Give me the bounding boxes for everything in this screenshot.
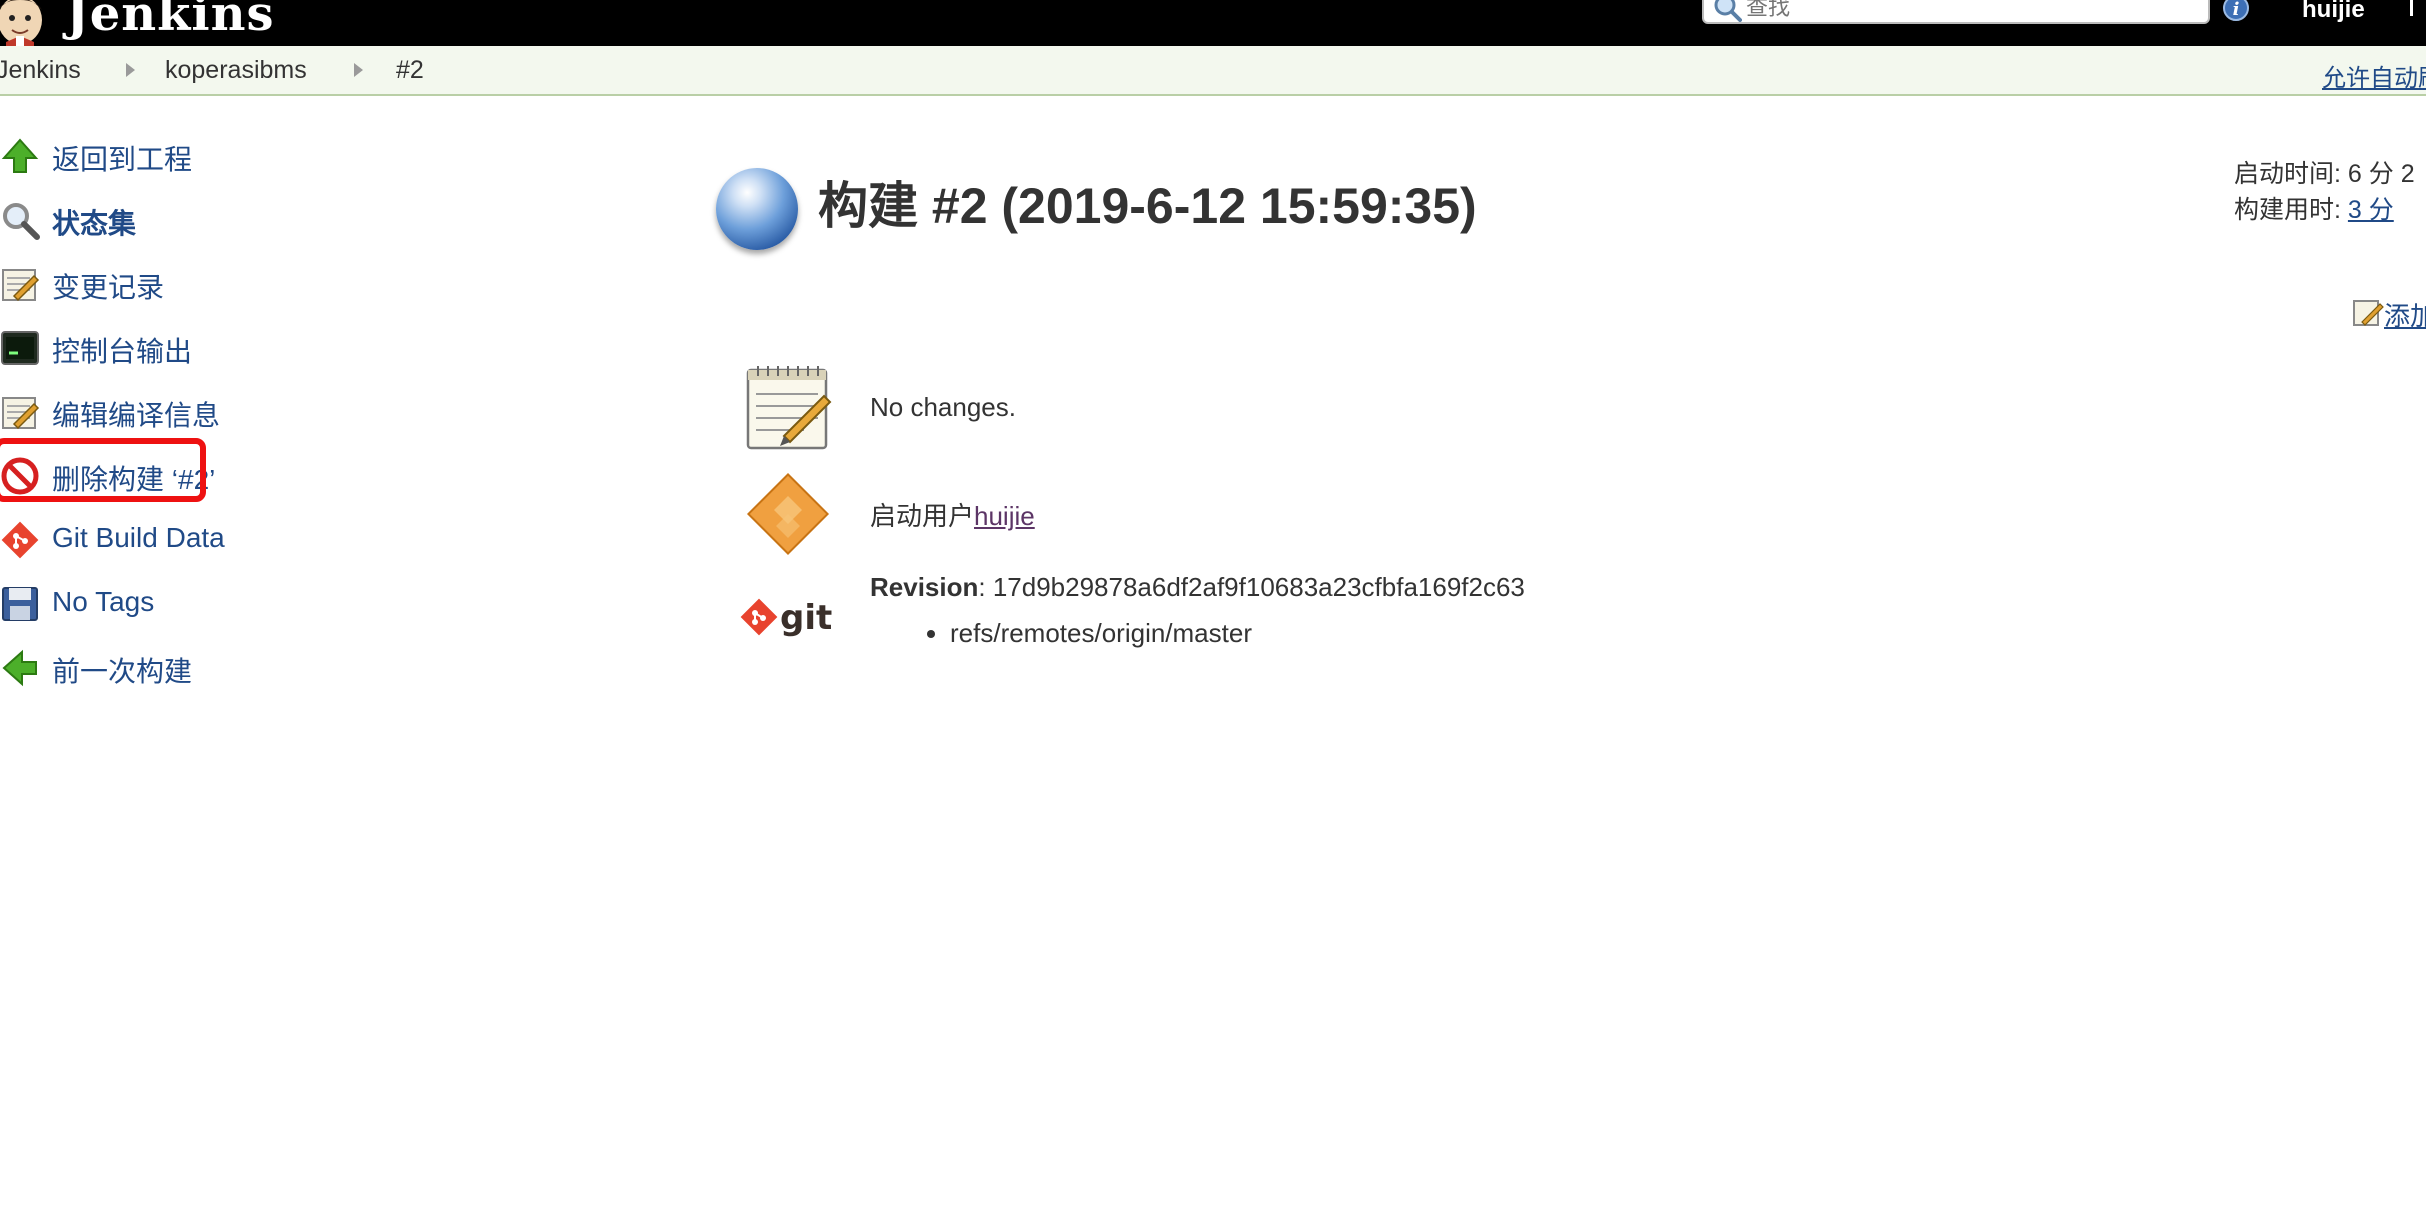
branch-item: refs/remotes/origin/master (950, 618, 1252, 649)
revision-label: Revision (870, 572, 979, 602)
page-title: 构建 #2 (2019-6-12 15:59:35) (818, 178, 1477, 234)
search-icon (1714, 0, 1742, 22)
task-git-build-data[interactable]: Git Build Data (0, 512, 260, 566)
duration-label: 构建用时: (2234, 196, 2341, 224)
start-time-value: 6 分 2 (2347, 160, 2415, 188)
user-link[interactable]: huijie (2302, 0, 2365, 24)
breadcrumb-arrow-icon[interactable] (354, 63, 363, 77)
start-time-label: 启动时间: (2234, 160, 2341, 188)
revision-value: : 17d9b29878a6df2af9f10683a23cfbfa169f2c… (978, 572, 1525, 602)
task-back-to-project[interactable]: 返回到工程 (0, 128, 260, 182)
notepad-edit-icon (2353, 300, 2384, 326)
changes-text: No changes. (870, 392, 1016, 422)
add-description-link[interactable]: 添加 (2384, 296, 2426, 333)
git-logo-text: git (780, 598, 832, 638)
git-icon (1, 521, 39, 559)
task-link[interactable]: Git Build Data (52, 522, 225, 554)
jenkins-logo-text[interactable]: Jenkins (66, 0, 275, 42)
task-link[interactable]: 编辑编译信息 (52, 394, 220, 434)
notepad-icon (2, 269, 40, 302)
help-icon[interactable]: i (2222, 0, 2250, 22)
highlight-annotation-box (0, 438, 206, 502)
task-link[interactable]: 返回到工程 (52, 138, 192, 178)
up-arrow-icon (1, 138, 39, 173)
started-by-user-link[interactable]: huijie (974, 501, 1035, 531)
svg-text:i: i (2233, 0, 2240, 20)
terminal-icon (1, 331, 39, 365)
breadcrumb-project[interactable]: koperasibms (165, 56, 307, 85)
save-icon (2, 587, 38, 621)
search-input[interactable] (1746, 0, 2196, 20)
task-link[interactable]: No Tags (52, 586, 154, 618)
git-logo-icon: git (740, 598, 832, 638)
revision-line: Revision: 17d9b29878a6df2af9f10683a23cfb… (870, 572, 1525, 603)
enable-auto-refresh-link[interactable]: 允许自动刷 (2322, 58, 2426, 93)
task-no-tags[interactable]: No Tags (0, 576, 260, 630)
magnifier-icon (3, 203, 40, 240)
top-header: Jenkins i huijie (0, 0, 2426, 46)
task-console-output[interactable]: 控制台输出 (0, 320, 260, 374)
build-status-ball-icon (716, 168, 798, 250)
build-time-info: 启动时间: 6 分 2 构建用时: 3 分 (2234, 156, 2415, 228)
left-arrow-icon (2, 649, 37, 687)
notepad-icon (2, 397, 40, 430)
breadcrumb-arrow-icon[interactable] (126, 63, 135, 77)
user-cause-icon (746, 472, 830, 556)
header-separator (2410, 0, 2413, 16)
started-by-text: 启动用户huijie (870, 496, 1035, 533)
task-link[interactable]: 控制台输出 (52, 330, 192, 370)
started-by-prefix: 启动用户 (870, 501, 975, 531)
changes-notepad-icon (746, 366, 832, 450)
task-link[interactable]: 变更记录 (52, 266, 164, 306)
search-box[interactable] (1702, 0, 2210, 24)
task-previous-build[interactable]: 前一次构建 (0, 640, 260, 694)
branch-list: refs/remotes/origin/master (920, 618, 1252, 649)
task-edit-build-info[interactable]: 编辑编译信息 (0, 384, 260, 438)
jenkins-butler-logo-icon[interactable] (0, 0, 54, 46)
task-link[interactable]: 前一次构建 (52, 650, 192, 690)
breadcrumb: Jenkins koperasibms #2 允许自动刷 (0, 46, 2426, 96)
breadcrumb-build[interactable]: #2 (396, 56, 424, 85)
task-status[interactable]: 状态集 (0, 192, 260, 246)
duration-link[interactable]: 3 分 (2348, 196, 2394, 224)
task-changes[interactable]: 变更记录 (0, 256, 260, 310)
task-link[interactable]: 状态集 (52, 202, 136, 242)
breadcrumb-jenkins[interactable]: Jenkins (0, 56, 81, 85)
